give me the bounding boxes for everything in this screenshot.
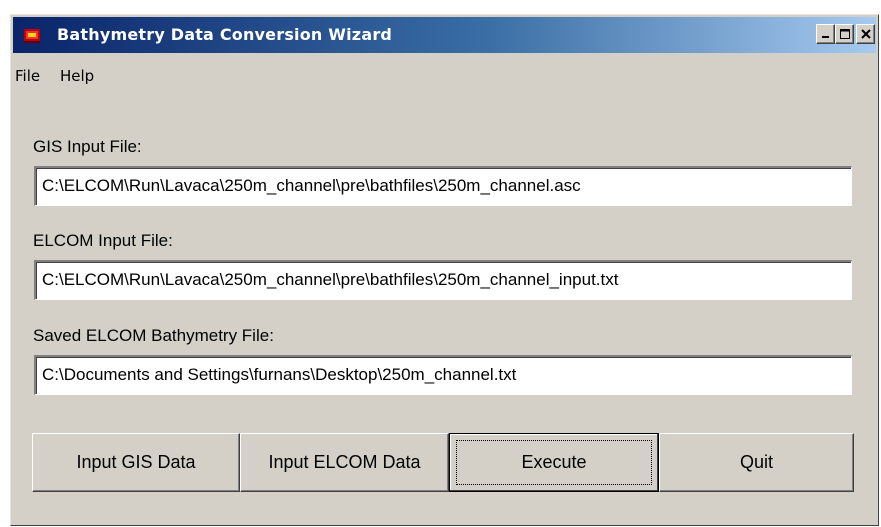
input-gis-data-button[interactable]: Input GIS Data [32, 433, 240, 492]
title-bar[interactable]: Bathymetry Data Conversion Wizard [13, 17, 876, 53]
app-window: Bathymetry Data Conversion Wizard File H… [10, 14, 879, 526]
elcom-input-label: ELCOM Input File: [33, 231, 173, 250]
close-icon [860, 29, 871, 39]
execute-label: Execute [521, 452, 587, 472]
quit-button[interactable]: Quit [659, 433, 854, 492]
menu-help[interactable]: Help [60, 67, 94, 85]
elcom-input-field[interactable]: C:\ELCOM\Run\Lavaca\250m_channel\pre\bat… [34, 260, 852, 300]
saved-bathymetry-label: Saved ELCOM Bathymetry File: [33, 326, 274, 345]
input-elcom-data-button[interactable]: Input ELCOM Data [240, 433, 449, 492]
gis-input-field[interactable]: C:\ELCOM\Run\Lavaca\250m_channel\pre\bat… [34, 166, 852, 206]
app-icon [24, 29, 40, 43]
minimize-button[interactable] [816, 24, 835, 44]
minimize-icon [821, 36, 829, 38]
execute-button[interactable]: Execute [449, 433, 659, 492]
menu-file[interactable]: File [15, 67, 40, 85]
menu-bar: File Help [13, 55, 876, 85]
maximize-button[interactable] [835, 24, 854, 44]
close-button[interactable] [856, 24, 875, 44]
gis-input-label: GIS Input File: [33, 137, 142, 156]
maximize-icon [839, 29, 850, 39]
input-gis-data-label: Input GIS Data [76, 452, 196, 472]
saved-bathymetry-field[interactable]: C:\Documents and Settings\furnans\Deskto… [34, 355, 852, 395]
quit-label: Quit [739, 452, 773, 472]
input-elcom-data-label: Input ELCOM Data [268, 452, 421, 472]
window-title: Bathymetry Data Conversion Wizard [57, 25, 393, 44]
